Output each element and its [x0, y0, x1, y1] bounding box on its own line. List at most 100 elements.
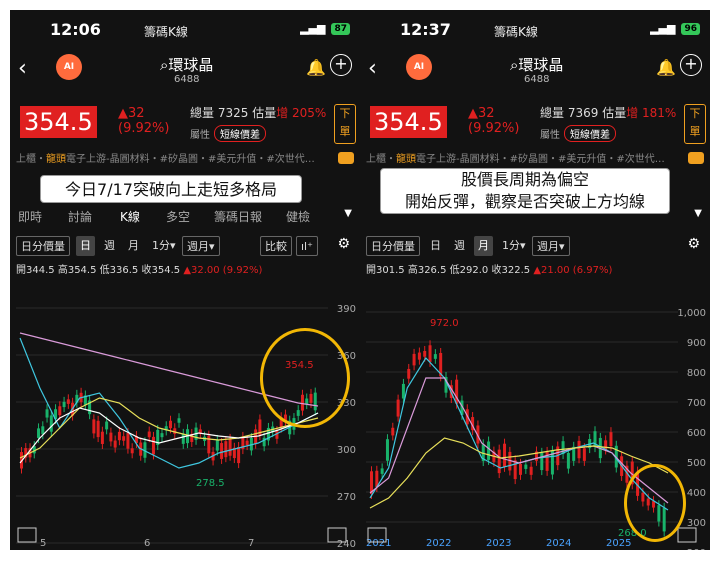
high-annotation: 972.0: [430, 318, 459, 329]
battery-icon: 96: [681, 22, 700, 35]
candle: [423, 350, 427, 357]
indicator-add-icon[interactable]: ıl⁺: [296, 236, 318, 256]
candle: [582, 448, 586, 461]
industry-chain[interactable]: 上櫃・龍頭電子上游-晶圓材料・#矽晶圓・#美元升值・#次世代…: [16, 150, 336, 165]
total-volume: 總量 7325: [190, 106, 249, 120]
candle: [519, 463, 522, 475]
stock-name: 環球晶: [168, 56, 214, 74]
price-change: ▲32: [468, 106, 495, 121]
period-day-button[interactable]: 日: [426, 236, 445, 256]
compare-button[interactable]: 比較: [260, 236, 292, 256]
attribute-tag[interactable]: 短線價差: [214, 125, 266, 142]
candle: [130, 448, 134, 454]
y-tick-label: 700: [687, 398, 706, 409]
candle: [487, 441, 491, 460]
y-tick-label: 800: [687, 368, 706, 379]
period-week-month-dropdown[interactable]: 週月▾: [532, 236, 570, 256]
period-week-button[interactable]: 週: [100, 236, 119, 256]
stock-name: 環球晶: [518, 56, 564, 74]
candle: [566, 452, 570, 469]
moving-average-line: [369, 377, 669, 504]
status-bar: 12:37 籌碼K線 ▂▄▆ 96: [360, 10, 710, 48]
candle: [524, 464, 528, 469]
back-icon[interactable]: ‹: [368, 56, 377, 81]
order-button[interactable]: 下單: [684, 104, 706, 144]
ohlc-readout: 開344.5 高354.5 低336.5 收354.5 ▲32.00 (9.92…: [16, 265, 263, 276]
ai-robot-icon[interactable]: AI: [56, 54, 82, 80]
tab-realtime[interactable]: 即時: [18, 208, 42, 225]
back-icon[interactable]: ‹: [18, 56, 27, 81]
period-minute-dropdown[interactable]: 1分▾: [498, 236, 530, 256]
candle: [96, 420, 100, 438]
tab-discussion[interactable]: 討論: [68, 208, 92, 225]
y-tick-label: 300: [687, 518, 706, 529]
annotation-callout: 今日7/17突破向上走短多格局: [40, 175, 302, 203]
low-annotation: 278.5: [196, 478, 225, 489]
nav-bar: ‹ AI ⌕環球晶 6488 🔔 +: [10, 50, 360, 90]
candle: [49, 415, 53, 432]
candle: [105, 421, 109, 430]
attribute-label: 屬性: [190, 130, 210, 141]
candle: [45, 409, 49, 418]
add-watchlist-icon[interactable]: +: [680, 54, 702, 76]
period-month-button[interactable]: 月: [474, 236, 493, 256]
right-screenshot: 12:37 籌碼K線 ▂▄▆ 96 ‹ AI ⌕環球晶 6488 🔔 + 354.…: [360, 10, 710, 550]
x-tick-label: 2021: [366, 538, 391, 549]
period-week-month-dropdown[interactable]: 週月▾: [182, 236, 220, 256]
daily-price-volume-button[interactable]: 日分價量: [366, 236, 420, 256]
candle: [151, 436, 155, 455]
gear-icon[interactable]: ⚙: [337, 236, 350, 252]
period-month-button[interactable]: 月: [124, 236, 143, 256]
tab-health[interactable]: 健檢: [286, 208, 310, 225]
gear-icon[interactable]: ⚙: [687, 236, 700, 252]
x-tick-label: 7: [248, 538, 254, 549]
bell-icon[interactable]: 🔔: [656, 58, 676, 77]
candle: [540, 452, 544, 471]
chat-icon[interactable]: [338, 152, 354, 164]
price-change-pct: (9.92%): [118, 121, 170, 136]
period-minute-dropdown[interactable]: 1分▾: [148, 236, 180, 256]
daily-price-volume-button[interactable]: 日分價量: [16, 236, 70, 256]
chat-icon[interactable]: [688, 152, 704, 164]
ai-robot-icon[interactable]: AI: [406, 54, 432, 80]
price-change-pct: (9.92%): [468, 121, 520, 136]
candle: [160, 433, 164, 438]
candle: [604, 440, 608, 450]
y-tick-label: 300: [337, 445, 356, 456]
chevron-down-icon[interactable]: ▼: [694, 208, 702, 219]
wifi-icon: ▂▄▆: [650, 22, 676, 35]
y-tick-label: 400: [687, 488, 706, 499]
y-tick-label: 900: [687, 338, 706, 349]
candle: [275, 431, 279, 439]
attribute-tag[interactable]: 短線價差: [564, 125, 616, 142]
candle: [41, 426, 45, 435]
candle: [113, 440, 117, 448]
candle: [215, 439, 219, 451]
order-button[interactable]: 下單: [334, 104, 356, 144]
candle: [401, 383, 405, 399]
annotation-callout: 股價長周期為偏空 開始反彈，觀察是否突破上方均線: [380, 168, 670, 214]
status-time: 12:06: [50, 20, 101, 39]
chevron-down-icon[interactable]: ▼: [344, 208, 352, 219]
fullscreen-icon: [677, 527, 697, 543]
tab-chip-daily[interactable]: 籌碼日報: [214, 208, 262, 225]
candle: [412, 353, 416, 366]
add-watchlist-icon[interactable]: +: [330, 54, 352, 76]
candle: [224, 441, 228, 458]
estimate-value: 增 181%: [626, 106, 677, 120]
candle: [177, 418, 181, 423]
candle: [100, 431, 104, 444]
wifi-icon: ▂▄▆: [300, 22, 326, 35]
period-week-button[interactable]: 週: [450, 236, 469, 256]
candle: [228, 438, 232, 456]
period-day-button[interactable]: 日: [76, 236, 95, 256]
candle: [396, 399, 400, 417]
candle: [433, 354, 437, 359]
chart-toolbar: 日分價量 日 週 月 1分▾ 週月▾ ⚙: [360, 236, 710, 258]
bell-icon[interactable]: 🔔: [306, 58, 326, 77]
tab-long-short[interactable]: 多空: [166, 208, 190, 225]
tab-kline[interactable]: K線: [120, 208, 140, 225]
status-app-name: 籌碼K線: [144, 25, 188, 39]
industry-chain[interactable]: 上櫃・龍頭電子上游-晶圓材料・#矽晶圓・#美元升值・#次世代…: [366, 150, 686, 165]
candle: [237, 446, 241, 464]
